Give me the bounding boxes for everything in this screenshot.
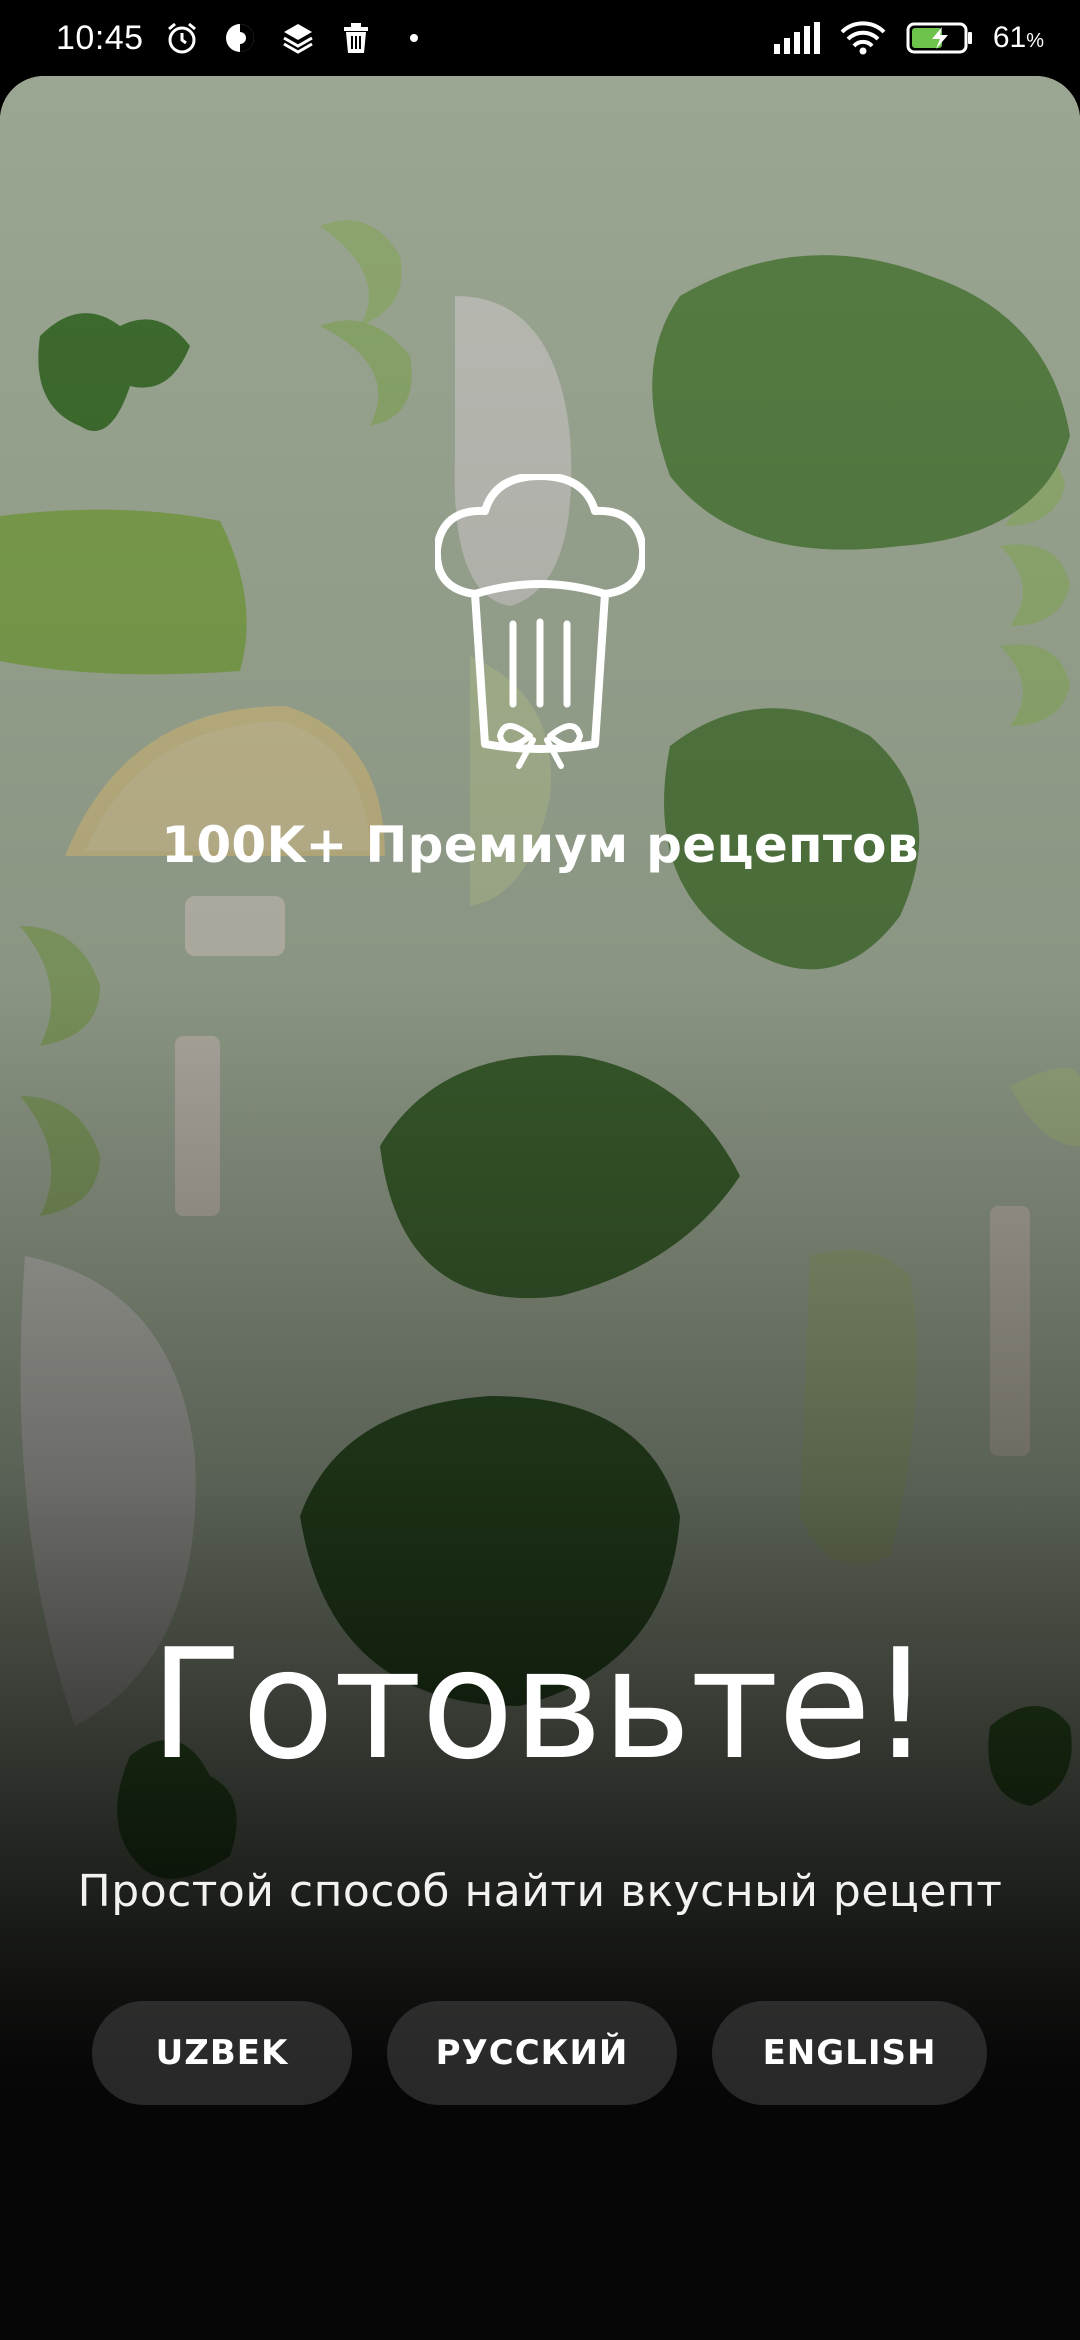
language-selector: UZBEK РУССКИЙ ENGLISH xyxy=(0,2001,1080,2105)
trash-icon xyxy=(336,18,376,58)
language-button-russian[interactable]: РУССКИЙ xyxy=(387,2001,677,2105)
signal-icon xyxy=(771,18,821,58)
language-button-english[interactable]: ENGLISH xyxy=(712,2001,987,2105)
alarm-icon xyxy=(162,18,202,58)
onboarding-screen: 100K+ Премиум рецептов Готовьте! Простой… xyxy=(0,76,1080,2340)
language-button-uzbek[interactable]: UZBEK xyxy=(92,2001,352,2105)
dot-icon xyxy=(394,18,434,58)
premium-recipes-tagline: 100K+ Премиум рецептов xyxy=(161,816,919,874)
status-time: 10:45 xyxy=(56,18,144,57)
wifi-icon xyxy=(839,18,887,58)
status-bar-left: 10:45 xyxy=(56,18,434,58)
page-title: Готовьте! xyxy=(149,1616,931,1793)
battery-percent: 61% xyxy=(992,21,1044,54)
battery-charging-icon xyxy=(905,18,975,58)
chef-hat-icon xyxy=(432,472,648,774)
status-bar: 10:45 61% xyxy=(0,0,1080,76)
layers-icon xyxy=(278,18,318,58)
status-bar-right: 61% xyxy=(771,18,1044,58)
subtitle-text: Простой способ найти вкусный рецепт xyxy=(77,1866,1003,1917)
data-saver-icon xyxy=(220,18,260,58)
